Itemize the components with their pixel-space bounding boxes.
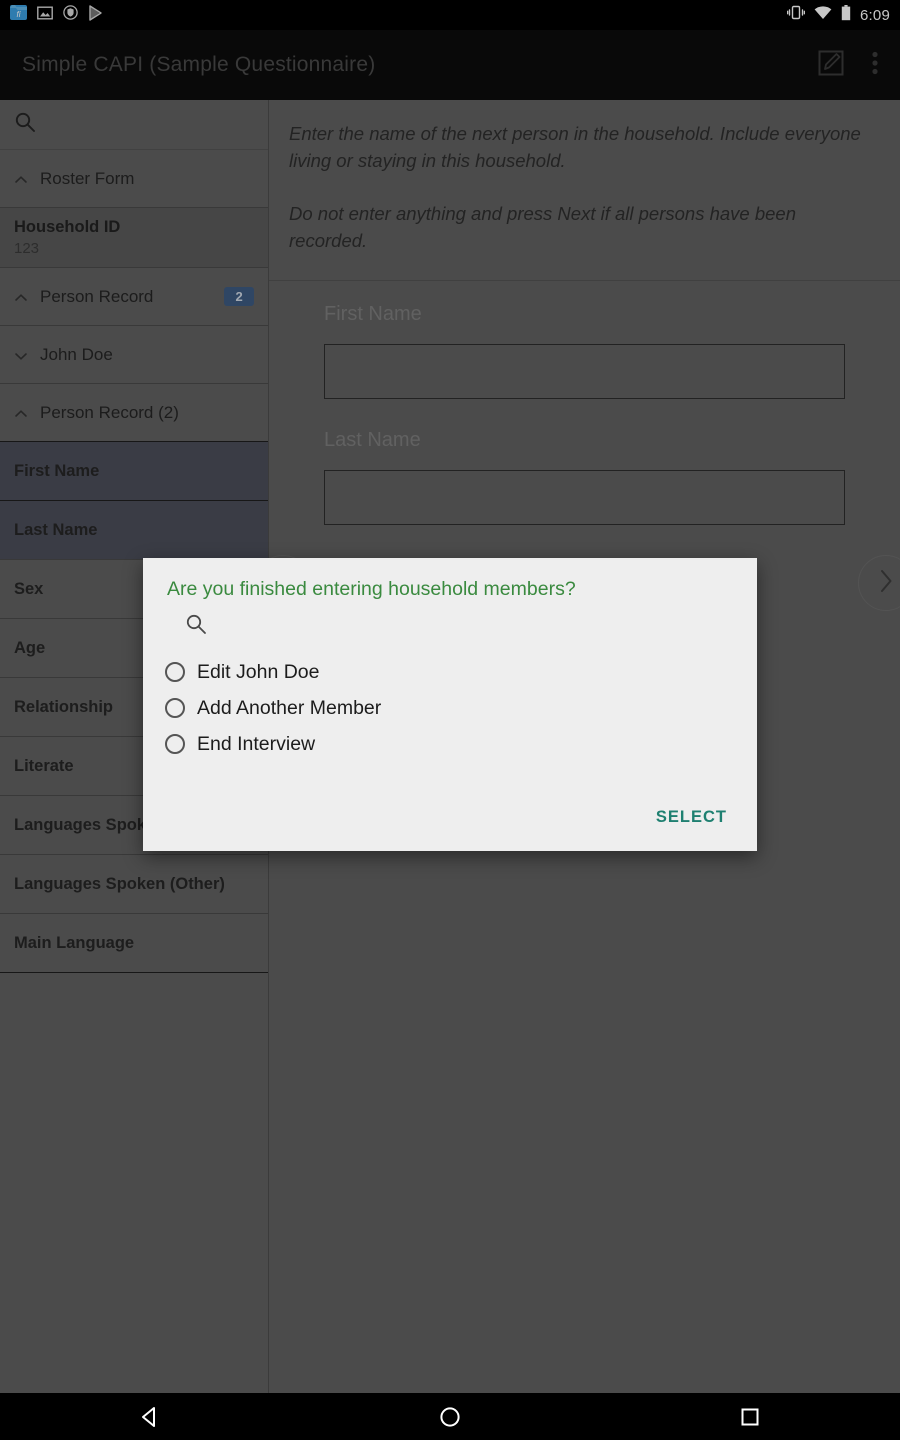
option-label: End Interview [197, 732, 316, 755]
search-icon [185, 614, 207, 639]
dialog-title: Are you finished entering household memb… [167, 578, 576, 600]
dialog-options-list: Edit John Doe Add Another Member End Int… [143, 640, 757, 762]
radio-button-icon [165, 734, 185, 754]
dialog-search-input[interactable] [143, 601, 757, 640]
radio-button-icon [165, 698, 185, 718]
radio-button-icon [165, 662, 185, 682]
option-add-another-member[interactable]: Add Another Member [165, 690, 757, 726]
android-nav-bar [0, 1393, 900, 1440]
nav-recents-button[interactable] [690, 1404, 810, 1430]
select-button[interactable]: SELECT [656, 808, 727, 827]
option-end-interview[interactable]: End Interview [165, 726, 757, 762]
nav-home-button[interactable] [390, 1404, 510, 1430]
nav-back-button[interactable] [90, 1404, 210, 1430]
option-edit-john-doe[interactable]: Edit John Doe [165, 654, 757, 690]
dialog-actions: SELECT [143, 808, 757, 851]
app-screen: fi 6:09 Simple CAPI (Sample Questionnair… [0, 0, 900, 1440]
finished-members-dialog: Are you finished entering household memb… [143, 558, 757, 851]
option-label: Add Another Member [197, 696, 382, 719]
option-label: Edit John Doe [197, 660, 320, 683]
